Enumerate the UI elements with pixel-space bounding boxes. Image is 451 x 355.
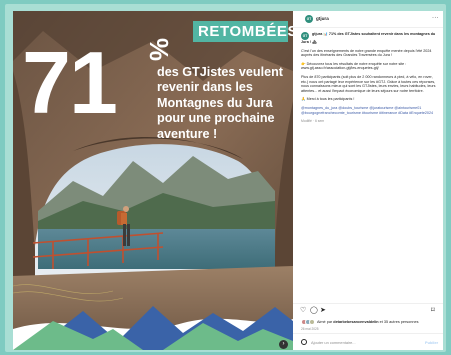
publish-button[interactable]: Publier [425, 340, 438, 345]
headline-line: Montagnes du Jura [157, 95, 273, 110]
post-sidebar: GT gtjura ··· GT gtjura 📊 71% des GTJist… [293, 11, 443, 350]
caption-paragraph: 🙏 Merci à tous les participants ! [301, 97, 355, 102]
comment-icon[interactable]: ◯ [310, 307, 318, 315]
comment-input[interactable] [311, 339, 411, 346]
caption-paragraph: 👉 Découvrez tous les résultats de notre … [301, 61, 407, 71]
retombees-badge: RETOMBÉES [198, 23, 293, 40]
headline-line: pour une prochaine [157, 111, 275, 126]
instagram-post: RETOMBÉES 71 % des GTJistes veulent reve… [13, 11, 443, 350]
percent-sign: % [144, 37, 174, 61]
likes-summary[interactable]: Aimé par detarbebesancenvaldelin et 35 a… [317, 320, 419, 324]
caption-paragraph: Plus de 870 participants (soit plus de 2… [301, 74, 436, 93]
post-header: GT gtjura ··· [293, 11, 443, 28]
post-actions: ♡ ◯ ➤ ⌑ [293, 303, 443, 317]
bookmark-icon[interactable]: ⌑ [431, 307, 435, 315]
caption-hashtags[interactable]: @montagnes_du_jura @doubs_tourisme @jura… [301, 106, 439, 115]
likes-prefix: Aimé par [317, 320, 334, 324]
more-options-icon[interactable]: ··· [432, 15, 439, 21]
avatar[interactable]: GT [305, 15, 313, 23]
post-date: 26 mai 2025 [301, 327, 319, 331]
heart-icon[interactable]: ♡ [300, 307, 306, 315]
header-username[interactable]: gtjura [316, 16, 329, 21]
post-image[interactable]: RETOMBÉES 71 % des GTJistes veulent reve… [13, 11, 293, 350]
headline-line: aventure ! [157, 126, 218, 141]
emoji-icon[interactable] [301, 339, 307, 345]
headline-line: des GTJistes veulent [157, 65, 283, 79]
caption-intro: 📊 71% des GTJistes souhaitent revenir da… [301, 32, 436, 44]
big-percentage-number: 71 [22, 33, 118, 132]
caption-avatar[interactable]: GT [301, 32, 309, 40]
likes-suffix: et 35 autres personnes [378, 320, 419, 324]
caption-username[interactable]: gtjura [312, 32, 322, 36]
headline-text: des GTJistes veulent revenir dans les Mo… [157, 65, 293, 142]
caption-paragraph: C'est l'un des enseignements de notre gr… [301, 48, 432, 58]
post-caption: GT gtjura 📊 71% des GTJistes souhaitent … [301, 32, 439, 128]
liker-avatar [309, 319, 315, 325]
share-icon[interactable]: ➤ [320, 307, 326, 315]
caption-meta: Modifié · 6 sem [301, 119, 325, 124]
carousel-next-icon[interactable]: › [279, 340, 288, 349]
headline-line: revenir dans les [157, 80, 253, 95]
likes-user[interactable]: detarbebesancenvaldelin [333, 320, 378, 324]
comment-bar: Publier [293, 333, 443, 350]
